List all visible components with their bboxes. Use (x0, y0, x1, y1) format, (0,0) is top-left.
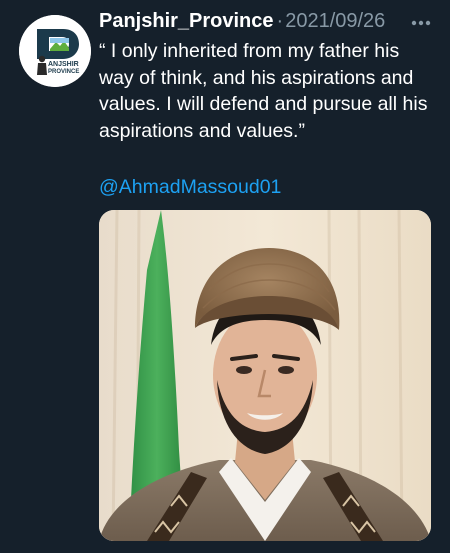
tweet[interactable]: ANJSHIR PROVINCE Panjshir_Province · 202… (0, 0, 450, 553)
avatar[interactable]: ANJSHIR PROVINCE (19, 15, 91, 87)
separator-dot: · (276, 10, 284, 32)
more-dots-icon[interactable] (410, 12, 432, 34)
tweet-header: Panjshir_Province · 2021/09/26 (99, 10, 385, 38)
svg-text:PROVINCE: PROVINCE (48, 69, 79, 75)
mention-link[interactable]: @AhmadMassoud01 (99, 174, 281, 200)
svg-text:ANJSHIR: ANJSHIR (48, 61, 79, 68)
panjshir-logo: ANJSHIR PROVINCE (19, 15, 91, 87)
author-name[interactable]: Panjshir_Province (99, 10, 274, 33)
tweet-date[interactable]: 2021/09/26 (285, 10, 385, 33)
tweet-photo[interactable] (99, 210, 431, 541)
portrait-image (99, 210, 431, 541)
tweet-text: “ I only inherited from my father his wa… (99, 40, 428, 142)
